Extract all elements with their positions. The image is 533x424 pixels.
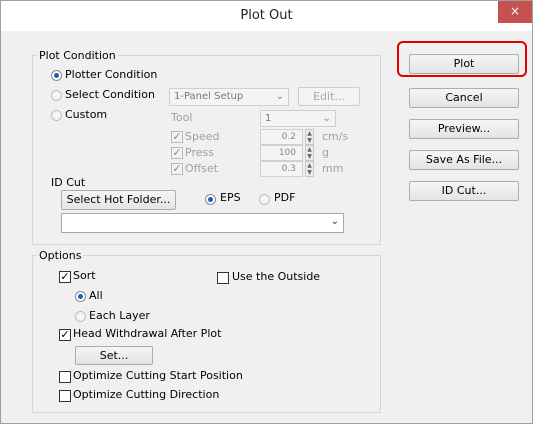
eps-label: EPS [220,191,241,204]
spin-icon: ▲ [307,130,312,137]
close-icon: × [509,4,521,18]
spin-icon: ▼ [307,137,312,144]
optimize-start-label: Optimize Cutting Start Position [73,369,243,382]
chevron-down-icon: ⌄ [330,216,339,227]
press-input[interactable]: 100 [260,145,303,161]
pdf-label: PDF [274,191,296,204]
edit-button[interactable]: Edit... [298,87,360,106]
plot-condition-legend: Plot Condition [39,49,116,62]
press-spinner[interactable]: ▲ ▼ [305,145,314,161]
plotter-condition-label: Plotter Condition [65,68,158,81]
id-cut-label: ID Cut [51,176,86,189]
optimize-direction-checkbox[interactable] [59,390,71,402]
select-condition-radio[interactable] [51,90,62,101]
speed-checkbox[interactable]: ✓ [171,131,183,143]
speed-label: Speed [185,130,220,143]
press-label: Press [185,146,214,159]
spin-icon: ▼ [307,169,312,176]
press-checkbox[interactable]: ✓ [171,147,183,159]
spin-icon: ▼ [307,153,312,160]
speed-spinner[interactable]: ▲ ▼ [305,129,314,145]
options-legend: Options [39,249,82,262]
offset-checkbox[interactable]: ✓ [171,163,183,175]
plot-button[interactable]: Plot [409,54,519,74]
tool-select-value: 1 [265,113,272,124]
speed-unit: cm/s [322,130,349,143]
spin-icon: ▲ [307,146,312,153]
tool-label: Tool [171,111,193,124]
head-withdrawal-checkbox[interactable]: ✓ [59,329,71,341]
id-cut-button[interactable]: ID Cut... [409,181,519,201]
custom-label: Custom [65,108,108,121]
sort-all-label: All [89,289,103,302]
sort-each-layer-label: Each Layer [89,309,150,322]
chevron-down-icon: ⌄ [322,113,331,124]
set-button[interactable]: Set... [75,346,153,365]
window-title: Plot Out [240,8,293,23]
custom-radio[interactable] [51,110,62,121]
optimize-direction-label: Optimize Cutting Direction [73,388,220,401]
plot-out-dialog: Plot Out × Plot Condition Plotter Condit… [0,0,533,424]
spin-icon: ▲ [307,162,312,169]
close-button[interactable]: × [498,1,532,23]
hot-folder-select[interactable]: ⌄ [61,213,344,233]
optimize-start-checkbox[interactable] [59,371,71,383]
eps-radio[interactable] [205,194,216,205]
save-as-file-button[interactable]: Save As File... [409,150,519,170]
offset-label: Offset [185,162,219,175]
speed-input[interactable]: 0.2 [260,129,303,145]
sort-each-layer-radio[interactable] [75,311,86,322]
setup-select-value: 1-Panel Setup [174,91,244,102]
setup-select[interactable]: 1-Panel Setup ⌄ [169,88,289,106]
select-condition-label: Select Condition [65,88,155,101]
offset-input[interactable]: 0.3 [260,161,303,177]
tool-select[interactable]: 1 ⌄ [260,110,336,127]
use-outside-label: Use the Outside [232,270,321,283]
sort-label: Sort [73,269,96,282]
press-unit: g [322,146,329,159]
offset-unit: mm [322,162,344,175]
sort-all-radio[interactable] [75,291,86,302]
use-outside-checkbox[interactable] [217,272,229,284]
title-bar: Plot Out × [1,1,532,31]
select-hot-folder-button[interactable]: Select Hot Folder... [61,190,176,210]
preview-button[interactable]: Preview... [409,119,519,139]
head-withdrawal-label: Head Withdrawal After Plot [73,327,222,340]
plotter-condition-radio[interactable] [51,70,62,81]
pdf-radio[interactable] [259,194,270,205]
cancel-button[interactable]: Cancel [409,88,519,108]
offset-spinner[interactable]: ▲ ▼ [305,161,314,177]
sort-checkbox[interactable]: ✓ [59,271,71,283]
chevron-down-icon: ⌄ [275,91,284,102]
